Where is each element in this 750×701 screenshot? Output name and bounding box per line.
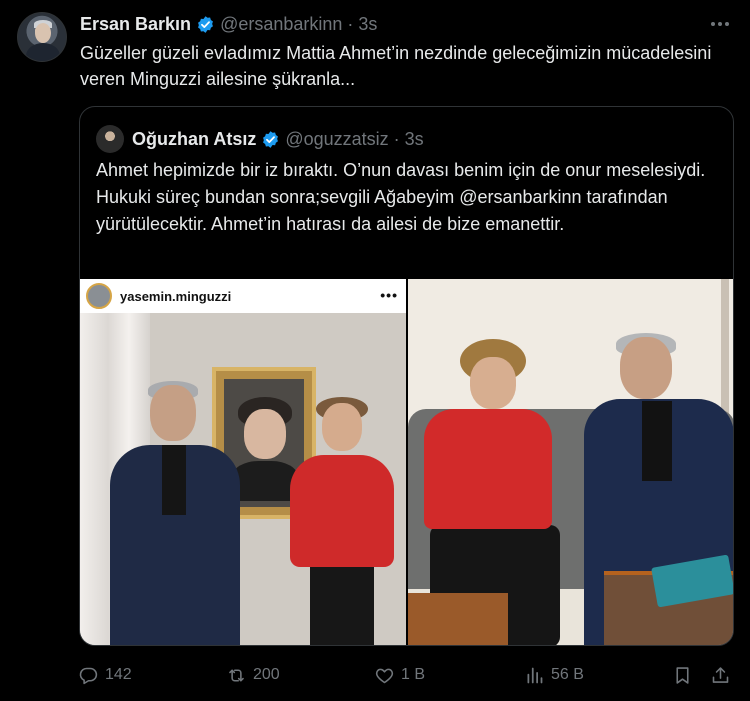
quote-time[interactable]: 3s — [405, 129, 424, 150]
views-button[interactable]: 56 B — [524, 660, 584, 690]
author-handle[interactable]: @ersanbarkinn — [220, 14, 342, 35]
separator: · — [347, 13, 354, 34]
ig-username: yasemin.minguzzi — [120, 288, 232, 304]
tweet-time[interactable]: 3s — [358, 14, 377, 35]
like-icon — [375, 668, 394, 683]
quote-author-handle[interactable]: @oguzzatsiz — [285, 129, 388, 150]
tweet-header: Ersan Barkın @ersanbarkinn · 3s — [80, 12, 377, 36]
quote-author-name[interactable]: Oğuzhan Atsız — [132, 129, 256, 150]
bookmark-button[interactable] — [672, 660, 693, 690]
verified-badge-icon — [198, 15, 214, 33]
tweet[interactable]: Ersan Barkın @ersanbarkinn · 3s Güzeller… — [0, 0, 750, 701]
ig-avatar — [86, 283, 112, 309]
verified-badge-icon — [263, 130, 279, 148]
quote-header: Oğuzhan Atsız @oguzzatsiz · 3s — [132, 126, 424, 152]
quoted-tweet[interactable]: Oğuzhan Atsız @oguzzatsiz · 3s Ahmet hep… — [79, 106, 734, 646]
reply-icon — [79, 667, 98, 684]
reply-button[interactable]: 142 — [78, 660, 132, 690]
quote-text: Ahmet hepimizde bir iz bıraktı. O’nun da… — [96, 160, 706, 234]
like-count: 1 B — [401, 666, 426, 683]
more-icon[interactable] — [708, 12, 732, 36]
action-bar: 142 200 1 B 56 B — [78, 660, 738, 690]
bookmark-icon — [676, 666, 689, 684]
author-avatar[interactable] — [17, 12, 67, 62]
photo-left[interactable]: yasemin.minguzzi ••• — [80, 279, 406, 645]
share-icon — [712, 666, 729, 683]
views-icon — [527, 667, 543, 683]
instagram-header: yasemin.minguzzi ••• — [80, 279, 406, 313]
repost-count: 200 — [253, 666, 280, 683]
separator: · — [393, 128, 400, 149]
photo-right[interactable] — [408, 279, 733, 645]
quote-author-avatar[interactable] — [96, 125, 124, 153]
repost-button[interactable]: 200 — [226, 660, 280, 690]
author-name[interactable]: Ersan Barkın — [80, 14, 191, 35]
share-button[interactable] — [710, 660, 731, 690]
ig-more-icon: ••• — [380, 287, 398, 303]
like-button[interactable]: 1 B — [374, 660, 425, 690]
media-grid: yasemin.minguzzi ••• — [80, 279, 733, 645]
tweet-text: Güzeller güzeli evladımız Mattia Ahmet’i… — [80, 43, 712, 89]
reply-count: 142 — [105, 666, 132, 683]
views-count: 56 B — [551, 666, 584, 683]
repost-icon — [229, 668, 244, 682]
